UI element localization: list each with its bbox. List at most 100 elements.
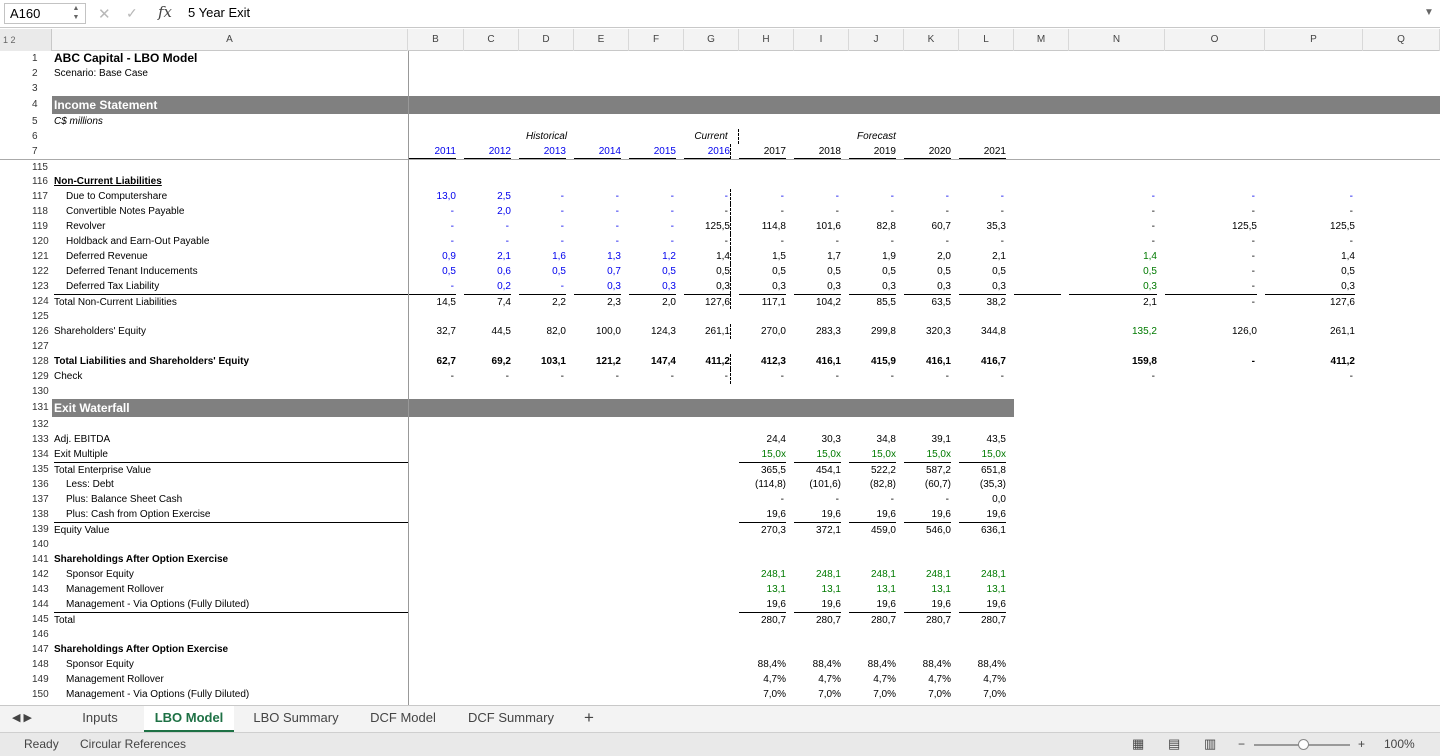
value-cell[interactable]: 0,3 (684, 279, 731, 294)
value-cell[interactable]: 88,4% (849, 657, 896, 672)
formula-input[interactable]: 5 Year Exit (188, 4, 250, 22)
tab-dcf-summary[interactable]: DCF Summary (458, 706, 564, 732)
value-cell[interactable]: - (684, 369, 731, 384)
value-cell[interactable]: - (519, 204, 566, 219)
value-cell[interactable]: 248,1 (849, 567, 896, 582)
row-label[interactable]: Deferred Revenue (54, 249, 408, 264)
year-header[interactable]: 2012 (464, 144, 511, 159)
row-number[interactable]: 126 (0, 324, 52, 339)
value-cell[interactable]: - (519, 219, 566, 234)
tab-lbo-model[interactable]: LBO Model (144, 706, 234, 732)
value-cell[interactable]: - (1165, 204, 1257, 219)
row-number[interactable]: 125 (0, 309, 52, 324)
value-cell[interactable]: - (519, 369, 566, 384)
value-cell[interactable]: - (849, 492, 896, 507)
value-cell[interactable]: - (1069, 204, 1157, 219)
cancel-icon[interactable]: ✕ (98, 5, 111, 23)
row-number[interactable]: 130 (0, 384, 52, 399)
value-cell[interactable]: 261,1 (1265, 324, 1355, 339)
value-cell[interactable]: 1,4 (1265, 249, 1355, 264)
value-cell[interactable]: 0,3 (849, 279, 896, 294)
value-cell[interactable]: 0,5 (739, 264, 786, 279)
value-cell[interactable]: 280,7 (739, 612, 786, 627)
value-cell[interactable]: 13,1 (849, 582, 896, 597)
column-header-m[interactable]: M (1014, 29, 1069, 51)
value-cell[interactable]: 0,5 (684, 264, 731, 279)
row-number[interactable]: 116 (0, 174, 52, 189)
row-number[interactable]: 115 (0, 160, 52, 175)
value-cell[interactable]: 7,0% (794, 687, 841, 702)
period-current[interactable]: Current (684, 129, 739, 144)
value-cell[interactable]: 2,5 (464, 189, 511, 204)
column-header-d[interactable]: D (519, 29, 574, 51)
row-label[interactable]: Total Enterprise Value (54, 462, 408, 477)
row-number[interactable]: 121 (0, 249, 52, 264)
value-cell[interactable]: 39,1 (904, 432, 951, 447)
value-cell[interactable]: 0,5 (904, 264, 951, 279)
value-cell[interactable]: 248,1 (904, 567, 951, 582)
value-cell[interactable]: 587,2 (904, 462, 951, 477)
value-cell[interactable]: 15,0x (849, 447, 896, 462)
value-cell[interactable]: 15,0x (904, 447, 951, 462)
value-cell[interactable]: - (1165, 234, 1257, 249)
worksheet-grid[interactable]: ABCDEFGHIJKLMNOPQ 1 2 1 ABC Capital - LBO… (0, 29, 1440, 705)
value-cell[interactable] (1014, 249, 1061, 264)
value-cell[interactable]: 24,4 (739, 432, 786, 447)
row-label[interactable]: Deferred Tax Liability (54, 279, 408, 294)
value-cell[interactable]: - (574, 204, 621, 219)
value-cell[interactable]: 270,0 (739, 324, 786, 339)
value-cell[interactable]: 15,0x (794, 447, 841, 462)
value-cell[interactable]: - (464, 369, 511, 384)
row-number[interactable]: 122 (0, 264, 52, 279)
row-number[interactable]: 127 (0, 339, 52, 354)
value-cell[interactable]: 19,6 (794, 507, 841, 522)
value-cell[interactable]: 125,5 (684, 219, 731, 234)
year-header[interactable]: 2015 (629, 144, 676, 159)
row-label[interactable]: Less: Debt (54, 477, 408, 492)
value-cell[interactable]: 0,3 (574, 279, 621, 294)
value-cell[interactable]: 19,6 (959, 507, 1006, 522)
value-cell[interactable] (1014, 189, 1061, 204)
column-header-n[interactable]: N (1069, 29, 1165, 51)
value-cell[interactable]: 121,2 (574, 354, 621, 369)
row-number[interactable]: 139 (0, 522, 52, 537)
value-cell[interactable]: 459,0 (849, 522, 896, 537)
value-cell[interactable]: 4,7% (849, 672, 896, 687)
value-cell[interactable]: - (849, 189, 896, 204)
value-cell[interactable]: (60,7) (904, 477, 951, 492)
value-cell[interactable]: 13,0 (408, 189, 456, 204)
row-number[interactable]: 137 (0, 492, 52, 507)
scenario-label[interactable]: Scenario: Base Case (54, 66, 408, 81)
value-cell[interactable]: 19,6 (904, 507, 951, 522)
value-cell[interactable]: - (574, 369, 621, 384)
value-cell[interactable]: 0,3 (959, 279, 1006, 294)
row-number[interactable]: 120 (0, 234, 52, 249)
row-label[interactable]: Management - Via Options (Fully Diluted) (54, 597, 408, 612)
row-number[interactable]: 141 (0, 552, 52, 567)
value-cell[interactable]: 19,6 (794, 597, 841, 612)
row-number[interactable]: 1 (0, 51, 52, 66)
value-cell[interactable]: 4,7% (904, 672, 951, 687)
value-cell[interactable]: 32,7 (408, 324, 456, 339)
row-label[interactable]: Due to Computershare (54, 189, 408, 204)
column-header-e[interactable]: E (574, 29, 629, 51)
column-header-c[interactable]: C (464, 29, 519, 51)
column-header-a[interactable]: A (52, 29, 408, 51)
value-cell[interactable] (1014, 234, 1061, 249)
row-number[interactable]: 148 (0, 657, 52, 672)
value-cell[interactable]: - (1165, 354, 1257, 369)
value-cell[interactable] (1014, 264, 1061, 279)
value-cell[interactable]: - (684, 234, 731, 249)
value-cell[interactable]: 0,5 (849, 264, 896, 279)
value-cell[interactable]: - (408, 369, 456, 384)
value-cell[interactable]: 280,7 (849, 612, 896, 627)
value-cell[interactable]: - (1165, 189, 1257, 204)
value-cell[interactable]: 1,4 (1069, 249, 1157, 264)
value-cell[interactable]: 299,8 (849, 324, 896, 339)
row-label[interactable]: Plus: Balance Sheet Cash (54, 492, 408, 507)
value-cell[interactable]: 2,1 (1069, 294, 1157, 309)
value-cell[interactable]: - (904, 369, 951, 384)
value-cell[interactable]: 280,7 (794, 612, 841, 627)
row-label[interactable]: Management - Via Options (Fully Diluted) (54, 687, 408, 702)
value-cell[interactable]: - (574, 219, 621, 234)
